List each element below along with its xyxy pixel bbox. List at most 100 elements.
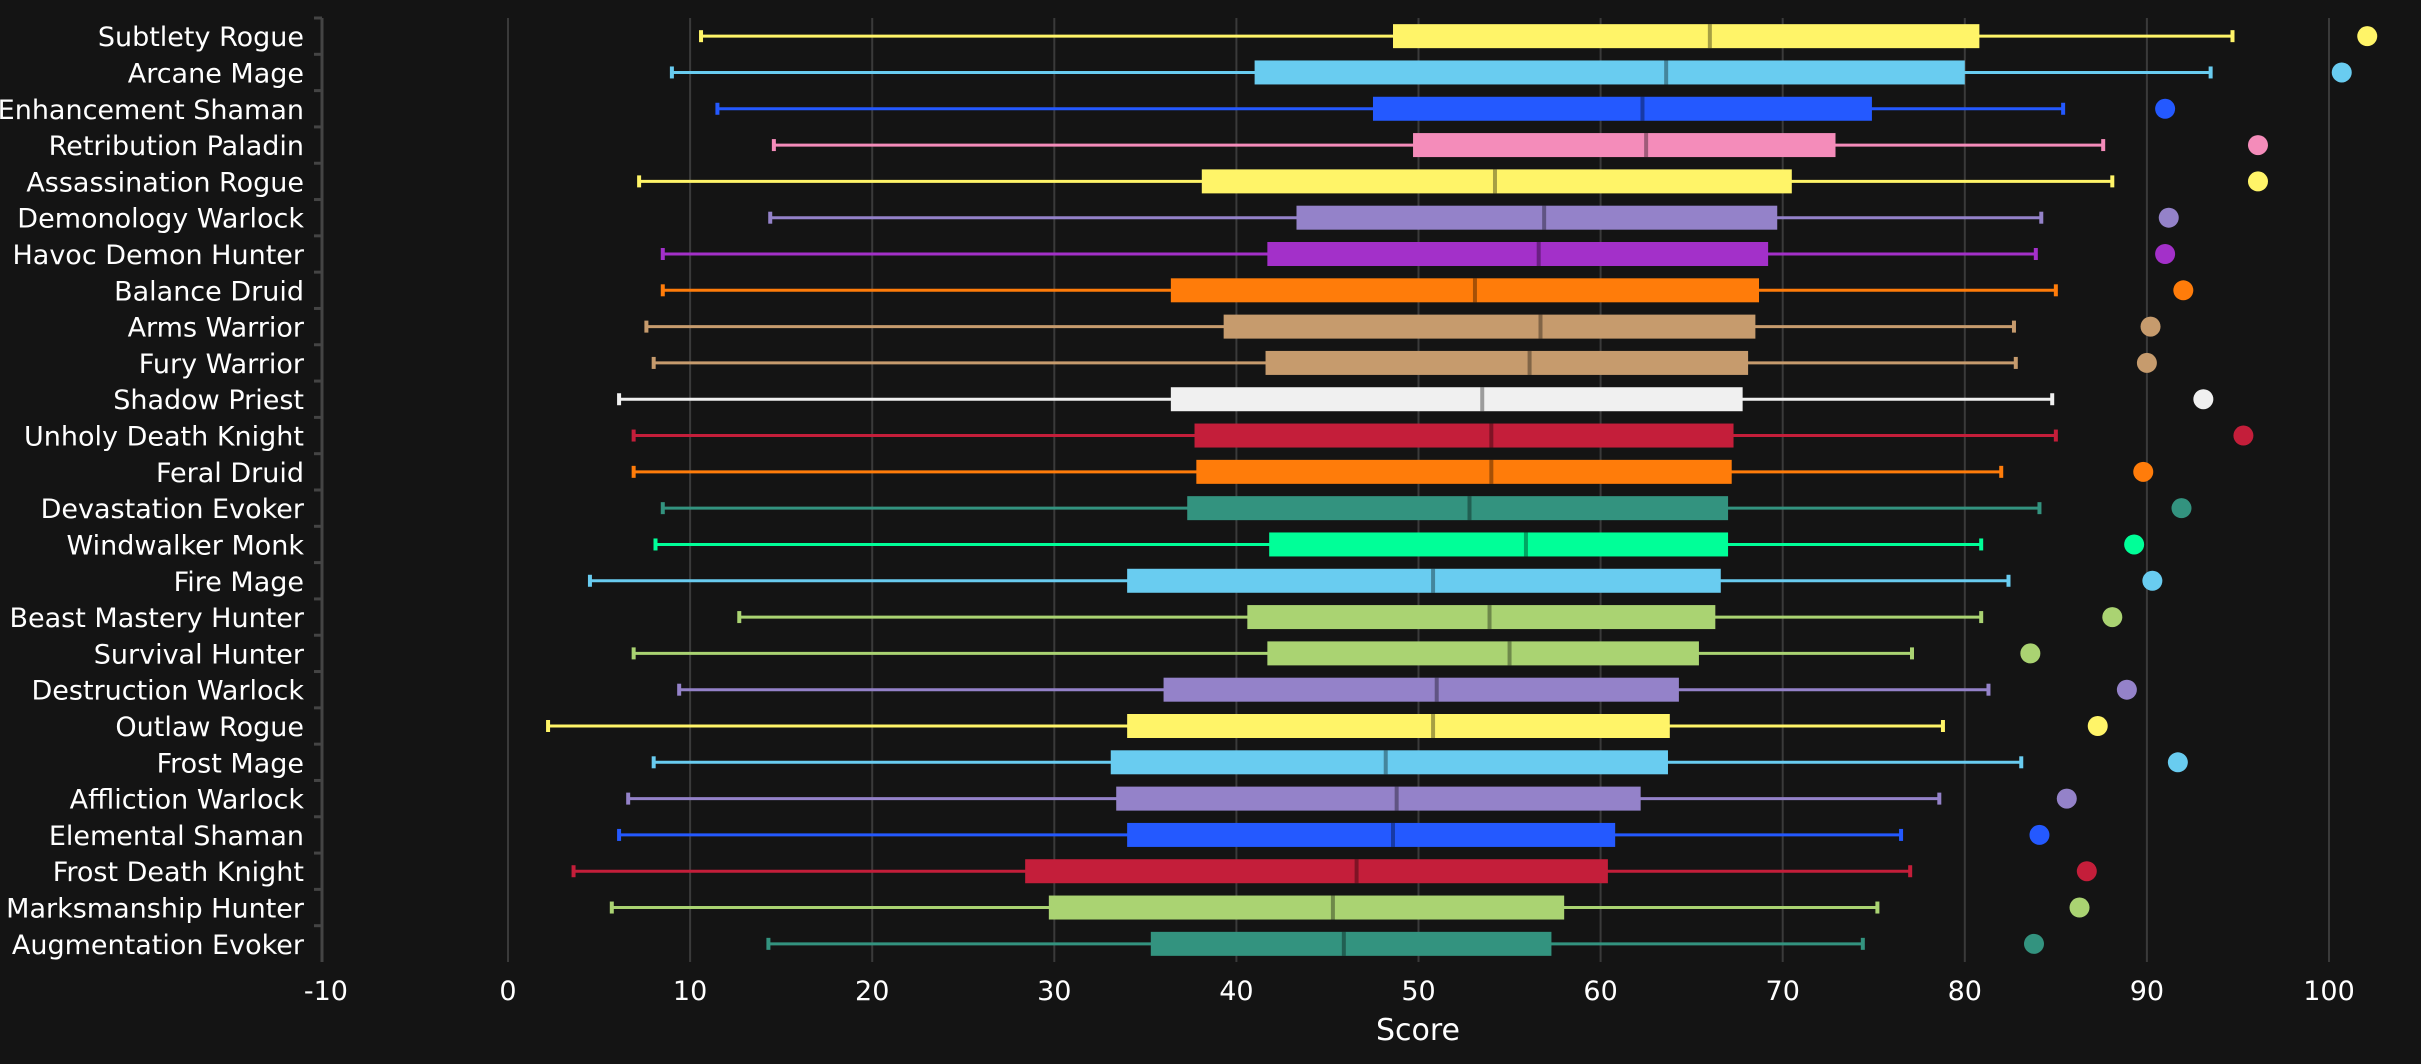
iqr-box [1296, 205, 1778, 230]
y-category-label: Assassination Rogue [26, 167, 304, 198]
x-tick-label: 0 [499, 976, 516, 1007]
iqr-box [1150, 931, 1552, 956]
y-category-label: Outlaw Rogue [115, 712, 304, 743]
x-tick-label: 40 [1219, 976, 1253, 1007]
y-category-label: Beast Mastery Hunter [9, 603, 304, 634]
box-row[interactable] [651, 350, 2157, 375]
outlier-point [2140, 316, 2161, 337]
box-row[interactable] [644, 314, 2161, 339]
box-row[interactable] [617, 822, 2050, 847]
iqr-box [1269, 532, 1729, 557]
y-category-label: Windwalker Monk [66, 530, 304, 561]
outlier-point [2124, 534, 2145, 555]
iqr-box [1127, 714, 1670, 738]
y-category-label: Affliction Warlock [70, 785, 305, 816]
y-category-label: Marksmanship Hunter [6, 894, 305, 925]
box-row[interactable] [631, 459, 2154, 484]
outlier-point [2158, 207, 2179, 228]
outlier-point [2193, 389, 2214, 410]
y-category-label: Demonology Warlock [17, 204, 304, 235]
box-row[interactable] [587, 568, 2163, 593]
outlier-point [2102, 607, 2123, 628]
y-category-label: Retribution Paladin [49, 131, 304, 162]
box-row[interactable] [651, 750, 2188, 775]
y-category-label: Elemental Shaman [49, 821, 304, 852]
x-tick-label: -10 [304, 976, 348, 1007]
iqr-box [1223, 314, 1756, 339]
outlier-point [2247, 135, 2268, 156]
outlier-point [2357, 26, 2378, 47]
iqr-box [1127, 822, 1616, 847]
iqr-box [1393, 24, 1980, 49]
y-category-label: Devastation Evoker [41, 494, 305, 525]
iqr-box [1170, 387, 1743, 412]
box-row[interactable] [617, 387, 2214, 412]
box-row[interactable] [609, 895, 2090, 920]
outlier-point [2023, 933, 2044, 954]
box-row[interactable] [677, 677, 2137, 702]
y-category-label: Havoc Demon Hunter [12, 240, 304, 271]
box-row[interactable] [669, 60, 2352, 85]
box-row[interactable] [660, 496, 2192, 521]
box-row[interactable] [653, 532, 2145, 557]
outlier-point [2331, 62, 2352, 83]
box-row[interactable] [571, 859, 2097, 884]
box-plot-chart: Subtlety Rogue Arcane Mage Enhancement Sha… [0, 16, 2378, 1048]
box-row[interactable] [631, 641, 2041, 666]
outlier-point [2171, 498, 2192, 519]
y-category-label: Shadow Priest [113, 385, 304, 416]
x-tick-label: 20 [855, 976, 889, 1007]
box-row[interactable] [766, 931, 2044, 956]
box-row[interactable] [660, 278, 2194, 303]
iqr-box [1265, 350, 1749, 375]
x-tick-label: 60 [1583, 976, 1617, 1007]
x-axis-title: Score [1376, 1013, 1460, 1048]
box-row[interactable] [546, 714, 2108, 738]
outlier-point [2155, 98, 2176, 119]
y-category-label: Frost Mage [157, 748, 304, 779]
y-category-label: Subtlety Rogue [98, 22, 304, 53]
box-row[interactable] [626, 786, 2077, 811]
grid-lines [507, 18, 2330, 962]
box-row[interactable] [660, 242, 2176, 266]
y-category-label: Frost Death Knight [53, 857, 304, 888]
box-series [546, 24, 2378, 956]
y-category-label: Arcane Mage [128, 58, 304, 89]
box-row[interactable] [637, 169, 2268, 194]
outlier-point [2020, 643, 2041, 664]
outlier-point [2247, 171, 2268, 192]
outlier-point [2056, 788, 2077, 809]
y-category-label: Destruction Warlock [31, 676, 304, 707]
outlier-point [2136, 352, 2157, 373]
x-tick-label: 80 [1948, 976, 1982, 1007]
iqr-box [1025, 859, 1608, 884]
y-category-label: Arms Warrior [128, 313, 305, 344]
iqr-box [1194, 423, 1734, 448]
y-category-label: Fire Mage [174, 567, 304, 598]
box-row[interactable] [768, 205, 2179, 230]
iqr-box [1110, 750, 1668, 775]
y-category-label: Fury Warrior [139, 349, 305, 380]
x-tick-label: 70 [1766, 976, 1800, 1007]
box-row[interactable] [737, 605, 2123, 630]
outlier-point [2142, 570, 2163, 591]
x-tick-label: 30 [1037, 976, 1071, 1007]
iqr-box [1267, 242, 1769, 266]
box-row[interactable] [715, 96, 2176, 121]
outlier-point [2173, 280, 2194, 301]
x-tick-label: 10 [673, 976, 707, 1007]
iqr-box [1127, 568, 1721, 593]
y-category-label: Augmentation Evoker [12, 930, 305, 961]
y-category-label: Survival Hunter [94, 639, 305, 670]
x-tick-label: 100 [2303, 976, 2355, 1007]
outlier-point [2167, 752, 2188, 773]
box-row[interactable] [631, 423, 2254, 448]
iqr-box [1267, 641, 1699, 666]
y-category-label: Unholy Death Knight [24, 422, 304, 453]
x-tick-label: 90 [2130, 976, 2164, 1007]
y-category-label: Balance Druid [114, 276, 304, 307]
y-category-label: Enhancement Shaman [0, 95, 304, 126]
box-row[interactable] [699, 24, 2378, 49]
outlier-point [2076, 861, 2097, 882]
box-row[interactable] [771, 133, 2268, 158]
